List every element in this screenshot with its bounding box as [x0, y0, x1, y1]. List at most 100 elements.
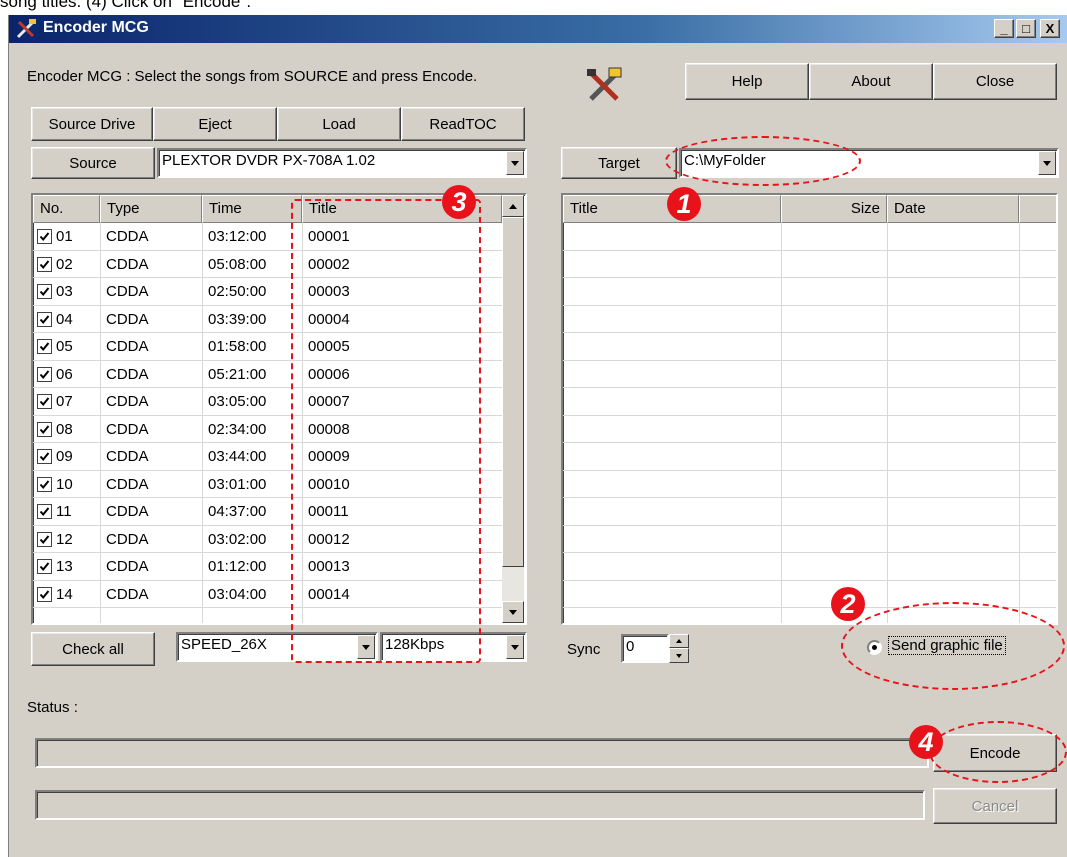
maximize-button[interactable]: □: [1016, 19, 1036, 38]
track-type: CDDA: [106, 420, 149, 438]
column-header-size[interactable]: Size: [781, 195, 887, 223]
annotation-highlight-2: [841, 602, 1065, 690]
track-number: 11: [56, 503, 72, 520]
checkbox-icon[interactable]: [37, 256, 52, 272]
chevron-down-icon[interactable]: [1038, 151, 1056, 175]
about-button[interactable]: About: [809, 63, 933, 100]
grid-line: [563, 497, 1056, 498]
spin-up-button[interactable]: [669, 634, 689, 648]
target-button[interactable]: Target: [561, 147, 677, 179]
caption-text: song titles. (4) Click on "Encode".: [0, 0, 252, 11]
track-time: 01:12:00: [208, 558, 267, 575]
checkbox-icon[interactable]: [37, 449, 52, 464]
track-number: 07: [56, 393, 73, 410]
source-button[interactable]: Source: [31, 147, 155, 179]
target-rows: [563, 223, 1056, 623]
grid-line: [563, 387, 1056, 388]
close-button[interactable]: Close: [933, 63, 1057, 100]
annotation-highlight-1: [665, 136, 861, 186]
checkbox-icon[interactable]: [37, 229, 52, 244]
check-all-button[interactable]: Check all: [31, 632, 155, 666]
track-time: 03:44:00: [208, 448, 267, 465]
checkbox-icon[interactable]: [37, 394, 52, 409]
load-button[interactable]: Load: [277, 107, 401, 141]
track-type: CDDA: [106, 585, 149, 603]
checkbox-icon[interactable]: [37, 476, 52, 492]
track-time: 01:58:00: [208, 338, 267, 355]
scroll-down-button[interactable]: [502, 601, 524, 623]
track-number: 12: [56, 530, 73, 548]
sync-value: 0: [626, 638, 635, 655]
cancel-button[interactable]: Cancel: [933, 788, 1057, 824]
grid-line: [563, 524, 1056, 526]
track-number: 08: [56, 420, 73, 438]
annotation-badge-4: 4: [909, 725, 943, 759]
track-type: CDDA: [106, 503, 149, 520]
sync-input[interactable]: 0: [621, 634, 669, 663]
track-number: 03: [56, 283, 73, 300]
track-number: 02: [56, 255, 73, 273]
track-number: 01: [56, 228, 73, 245]
track-number: 05: [56, 338, 73, 355]
chevron-down-icon[interactable]: [506, 635, 524, 659]
source-scrollbar[interactable]: [502, 195, 524, 623]
column-header-time[interactable]: Time: [202, 195, 302, 223]
checkbox-icon[interactable]: [37, 339, 52, 354]
track-time: 03:01:00: [208, 475, 267, 493]
source-drive-combo[interactable]: PLEXTOR DVDR PX-708A 1.02: [157, 148, 527, 178]
grid-line: [563, 304, 1056, 306]
track-time: 02:50:00: [208, 283, 267, 300]
track-number: 14: [56, 585, 73, 603]
readtoc-button[interactable]: ReadTOC: [401, 107, 525, 141]
sync-label: Sync: [567, 641, 601, 658]
checkbox-icon[interactable]: [37, 366, 52, 382]
minimize-button[interactable]: _: [994, 19, 1014, 38]
tools-icon-large: [585, 65, 625, 105]
track-type: CDDA: [106, 475, 149, 493]
checkbox-icon[interactable]: [37, 531, 52, 547]
track-type: CDDA: [106, 530, 149, 548]
column-header-date[interactable]: Date: [887, 195, 1019, 223]
spin-down-button[interactable]: [669, 648, 689, 663]
annotation-highlight-3: [291, 199, 481, 663]
track-type: CDDA: [106, 448, 149, 465]
title-bar[interactable]: Encoder MCG _ □ X: [9, 15, 1067, 43]
grid-line: [563, 442, 1056, 443]
source-drive-button[interactable]: Source Drive: [31, 107, 153, 141]
track-type: CDDA: [106, 255, 149, 273]
track-time: 03:04:00: [208, 585, 267, 603]
help-button[interactable]: Help: [685, 63, 809, 100]
sync-spinner[interactable]: [669, 634, 689, 663]
tools-icon: [15, 18, 37, 40]
checkbox-icon[interactable]: [37, 586, 52, 602]
track-time: 03:39:00: [208, 310, 267, 328]
progress-bar-total: [35, 790, 925, 820]
track-time: 05:08:00: [208, 255, 267, 273]
track-number: 13: [56, 558, 73, 575]
scroll-up-button[interactable]: [502, 195, 524, 217]
checkbox-icon[interactable]: [37, 311, 52, 327]
grid-line: [563, 332, 1056, 333]
source-drive-value: PLEXTOR DVDR PX-708A 1.02: [162, 152, 376, 169]
track-time: 03:02:00: [208, 530, 267, 548]
grid-line: [563, 277, 1056, 278]
window-title: Encoder MCG: [43, 19, 149, 36]
checkbox-icon[interactable]: [37, 504, 52, 519]
instructions-text: Encoder MCG : Select the songs from SOUR…: [27, 68, 478, 85]
checkbox-icon[interactable]: [37, 284, 52, 299]
checkbox-icon[interactable]: [37, 559, 52, 574]
checkbox-icon[interactable]: [37, 421, 52, 437]
track-number: 10: [56, 475, 73, 493]
annotation-badge-1: 1: [667, 187, 701, 221]
grid-line: [563, 359, 1056, 361]
target-file-list[interactable]: Title Size Date: [561, 193, 1058, 625]
close-window-button[interactable]: X: [1040, 19, 1060, 38]
chevron-down-icon[interactable]: [506, 151, 524, 175]
column-header-type[interactable]: Type: [100, 195, 202, 223]
grid-line: [563, 249, 1056, 251]
scroll-thumb[interactable]: [502, 217, 524, 567]
annotation-badge-2: 2: [831, 587, 865, 621]
track-time: 03:05:00: [208, 393, 267, 410]
column-header-no[interactable]: No.: [33, 195, 100, 223]
eject-button[interactable]: Eject: [153, 107, 277, 141]
